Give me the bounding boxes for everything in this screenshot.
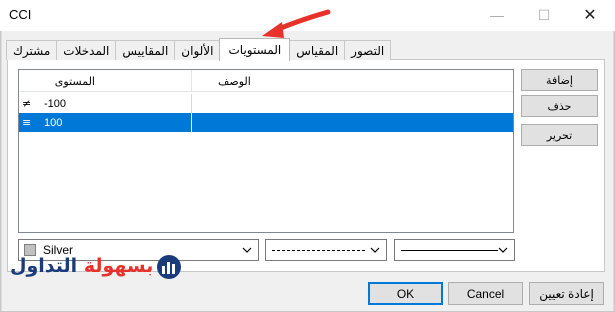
tab-3[interactable]: الألوان: [174, 40, 221, 60]
reset-button[interactable]: إعادة تعيين: [529, 282, 604, 305]
level-row-selected[interactable]: ≡ 100: [19, 113, 513, 132]
column-description-label: الوصف: [218, 75, 251, 88]
cancel-button-label: Cancel: [466, 286, 505, 301]
tab-label: التصور: [351, 43, 385, 58]
watermark-word-easily: بسهولة: [83, 255, 154, 277]
tab-label: المقاييس: [122, 43, 169, 58]
level-line-style-icon: ≠: [22, 97, 31, 110]
description-cell: [191, 94, 513, 113]
level-cell: ≡ 100: [19, 113, 191, 132]
add-button-label: إضافة: [546, 74, 573, 87]
chevron-down-icon: [240, 243, 254, 257]
level-cell: ≠ -100: [19, 94, 191, 113]
list-header: المستوى الوصف: [19, 70, 513, 92]
ok-button-label: OK: [396, 286, 415, 301]
solid-line-preview: [401, 250, 498, 251]
levels-list[interactable]: المستوى الوصف ≠ -100 ≡ 100: [18, 69, 514, 233]
maximize-icon: ☐: [537, 6, 551, 23]
ok-button[interactable]: OK: [368, 282, 443, 305]
close-button[interactable]: ✕: [567, 0, 613, 30]
close-icon: ✕: [583, 7, 597, 24]
tab-label: المدخلات: [63, 43, 110, 58]
level-value: 100: [44, 116, 63, 129]
watermark-word-trading: التداول: [10, 255, 78, 277]
tab-label: الألوان: [181, 43, 214, 58]
tab-6[interactable]: التصور: [344, 40, 392, 60]
tab-4[interactable]: المستويات: [219, 38, 291, 61]
tab-label: المستويات: [228, 43, 282, 57]
dashed-line-preview: [272, 250, 365, 251]
level-line-style-icon: ≡: [22, 116, 31, 129]
line-width-select[interactable]: [394, 239, 515, 261]
edit-button[interactable]: تحرير: [521, 124, 598, 146]
watermark-logo: بسهولة التداول: [10, 252, 185, 288]
line-style-select[interactable]: [265, 239, 387, 261]
watermark-text: بسهولة التداول: [10, 255, 153, 277]
level-row[interactable]: ≠ -100: [19, 94, 513, 113]
tab-0[interactable]: مشترك: [6, 40, 58, 60]
tab-label: مشترك: [13, 43, 51, 58]
tab-1[interactable]: المدخلات: [56, 40, 117, 60]
description-cell: [191, 113, 513, 132]
cancel-button[interactable]: Cancel: [448, 282, 523, 305]
add-button[interactable]: إضافة: [521, 69, 598, 91]
column-header-level[interactable]: المستوى: [19, 70, 191, 92]
reset-button-label: إعادة تعيين: [539, 286, 594, 301]
delete-button[interactable]: حذف: [521, 95, 598, 117]
chevron-down-icon: [368, 243, 382, 257]
maximize-button[interactable]: ☐: [521, 0, 567, 30]
edit-button-label: تحرير: [546, 129, 573, 142]
chart-logo-icon: [157, 255, 181, 279]
window-title: CCI: [9, 7, 32, 22]
delete-button-label: حذف: [547, 100, 572, 113]
minimize-icon: —: [490, 7, 504, 23]
tab-2[interactable]: المقاييس: [115, 40, 176, 60]
chevron-down-icon: [496, 243, 510, 257]
column-level-label: المستوى: [54, 75, 95, 88]
level-value: -100: [44, 97, 67, 110]
minimize-button[interactable]: —: [474, 0, 520, 30]
column-header-description[interactable]: الوصف: [192, 70, 513, 92]
